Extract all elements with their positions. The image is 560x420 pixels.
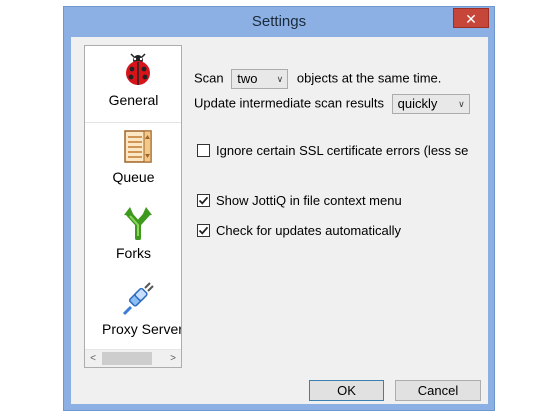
scrollbar-thumb[interactable] [102, 352, 152, 365]
ok-button[interactable]: OK [309, 380, 384, 401]
ladybug-icon [122, 53, 154, 87]
update-frequency-value: quickly [397, 96, 438, 111]
dialog-body: General Queue Forks Proxy Server < > Sca… [71, 37, 488, 404]
sidebar-item-label: Proxy Server [102, 321, 182, 337]
close-button[interactable]: ✕ [453, 8, 489, 28]
update-results-label: Update intermediate scan results [194, 95, 385, 111]
sidebar-item-proxy-server[interactable]: Proxy Server [85, 275, 182, 351]
checkbox-unchecked[interactable] [197, 144, 210, 157]
sidebar-item-forks[interactable]: Forks [85, 199, 181, 275]
scan-count-value: two [237, 71, 258, 86]
scan-count-select[interactable]: two ∨ [231, 69, 289, 89]
auto-update-checkbox[interactable]: Check for updates automatically [197, 223, 401, 238]
list-document-icon [122, 130, 154, 164]
settings-window: Settings ✕ General Queue Forks Proxy Ser… [63, 6, 495, 411]
cancel-button[interactable]: Cancel [395, 380, 481, 401]
chevron-down-icon: ∨ [458, 99, 465, 109]
update-frequency-select[interactable]: quickly ∨ [391, 94, 470, 114]
scroll-right-icon[interactable]: > [165, 350, 181, 367]
auto-update-label: Check for updates automatically [216, 223, 401, 238]
context-menu-checkbox[interactable]: Show JottiQ in file context menu [197, 193, 402, 208]
scroll-left-icon[interactable]: < [85, 350, 101, 367]
window-title: Settings [251, 13, 307, 30]
update-row: Update intermediate scan results quickly… [194, 94, 470, 114]
title-bar[interactable]: Settings ✕ [64, 7, 494, 37]
chevron-down-icon: ∨ [276, 74, 284, 84]
sidebar-item-general[interactable]: General [85, 46, 181, 123]
ssl-errors-checkbox[interactable]: Ignore certain SSL certificate errors (l… [197, 143, 468, 158]
checkbox-checked[interactable] [197, 224, 210, 237]
plug-icon [122, 282, 154, 316]
scan-row: Scan two ∨ objects at the same time. [194, 69, 441, 89]
sidebar-item-label: General [108, 92, 159, 108]
sidebar-item-label: Forks [116, 245, 151, 261]
category-list[interactable]: General Queue Forks Proxy Server < > [84, 45, 182, 368]
context-menu-label: Show JottiQ in file context menu [216, 193, 402, 208]
close-icon: ✕ [465, 11, 477, 27]
fork-icon [122, 206, 154, 241]
ssl-errors-label: Ignore certain SSL certificate errors (l… [216, 143, 469, 158]
general-settings-panel: Scan two ∨ objects at the same time. Upd… [194, 37, 488, 367]
scan-suffix-label: objects at the same time. [296, 70, 442, 86]
sidebar-item-label: Queue [112, 169, 155, 185]
checkbox-checked[interactable] [197, 194, 210, 207]
horizontal-scrollbar[interactable]: < > [85, 349, 181, 367]
scan-prefix-label: Scan [194, 70, 224, 86]
sidebar-item-queue[interactable]: Queue [85, 123, 181, 199]
